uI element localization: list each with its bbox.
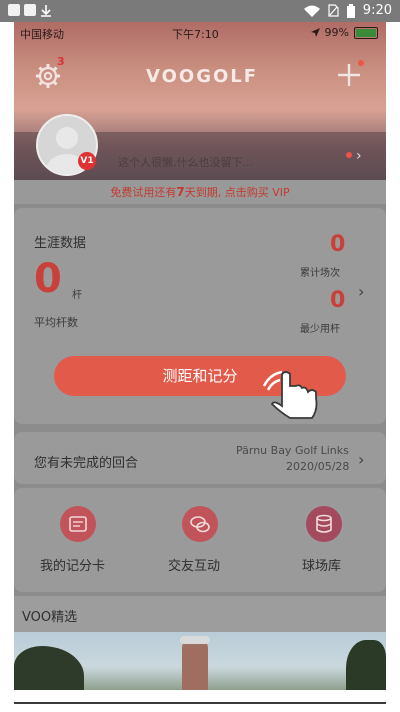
average-strokes-unit: 杆: [72, 290, 82, 301]
app-logo: VOOGOLF: [146, 66, 259, 87]
my-scorecard-link[interactable]: 我的记分卡: [40, 555, 105, 574]
average-strokes-value: 0: [34, 256, 62, 302]
round-date: 2020/05/28: [286, 460, 350, 473]
golfer-figure: [182, 638, 208, 690]
vip-trial-banner[interactable]: 免费试用还有7天到期, 点击购买 VIP: [14, 180, 386, 204]
chevron-right-icon[interactable]: ›: [358, 282, 364, 301]
download-icon: [41, 5, 51, 17]
unfinished-round-label: 您有未完成的回合: [34, 456, 139, 471]
voo-selection-title: VOO精选: [22, 610, 78, 625]
vip-days: 7: [176, 185, 185, 199]
battery-icon: [346, 3, 355, 18]
vip-level-badge: V1: [78, 152, 96, 170]
min-strokes-value: 0: [330, 288, 346, 313]
career-title: 生涯数据: [34, 236, 87, 251]
chat-icon[interactable]: [182, 506, 218, 542]
notification-dot: [358, 60, 364, 66]
chevron-right-icon[interactable]: ›: [358, 450, 364, 469]
course-name: Pärnu Bay Golf Links: [236, 444, 349, 457]
tree-shape: [346, 640, 386, 690]
app-content: 中国移动 下午7:10 99% 3 VOOGOLF V1 这个人很懒,什么也没留…: [14, 22, 386, 690]
settings-badge: 3: [57, 55, 65, 68]
total-rounds-label: 累计场次: [300, 268, 340, 279]
social-link[interactable]: 交友互动: [168, 555, 220, 574]
add-plus-icon[interactable]: [336, 62, 362, 88]
wifi-icon: [303, 5, 320, 17]
ios-status-bar: 中国移动 下午7:10 99%: [14, 26, 386, 42]
profile-signature[interactable]: 这个人很懒,什么也没留下...: [118, 154, 253, 170]
notification-square-icon: [24, 4, 36, 16]
average-strokes-label: 平均杆数: [34, 316, 78, 329]
android-time: 9:20: [362, 3, 392, 18]
notification-square-icon: [8, 4, 20, 16]
course-library-link[interactable]: 球场库: [302, 555, 341, 574]
profile-notification-dot: [346, 152, 352, 158]
total-rounds-value: 0: [330, 232, 346, 257]
vip-banner-suffix: 天到期, 点击购买 VIP: [184, 186, 290, 199]
battery-percent: 99%: [324, 26, 349, 39]
battery-icon: [354, 26, 378, 39]
database-icon[interactable]: [306, 506, 342, 542]
golfer-hat: [180, 636, 210, 644]
location-icon: [310, 28, 320, 37]
tap-hand-icon: [262, 370, 318, 419]
carrier-label: 中国移动: [20, 28, 64, 41]
bottom-divider: [14, 702, 386, 704]
vip-banner-prefix: 免费试用还有: [110, 186, 177, 199]
tree-shape: [14, 646, 84, 690]
ios-time: 下午7:10: [172, 28, 219, 41]
scorecard-icon[interactable]: [60, 506, 96, 542]
chevron-right-icon[interactable]: ›: [356, 148, 362, 164]
min-strokes-label: 最少用杆: [300, 324, 340, 335]
no-sim-icon: [328, 4, 339, 17]
featured-golf-photo[interactable]: [14, 632, 386, 690]
android-status-bar: 9:20: [0, 0, 400, 22]
